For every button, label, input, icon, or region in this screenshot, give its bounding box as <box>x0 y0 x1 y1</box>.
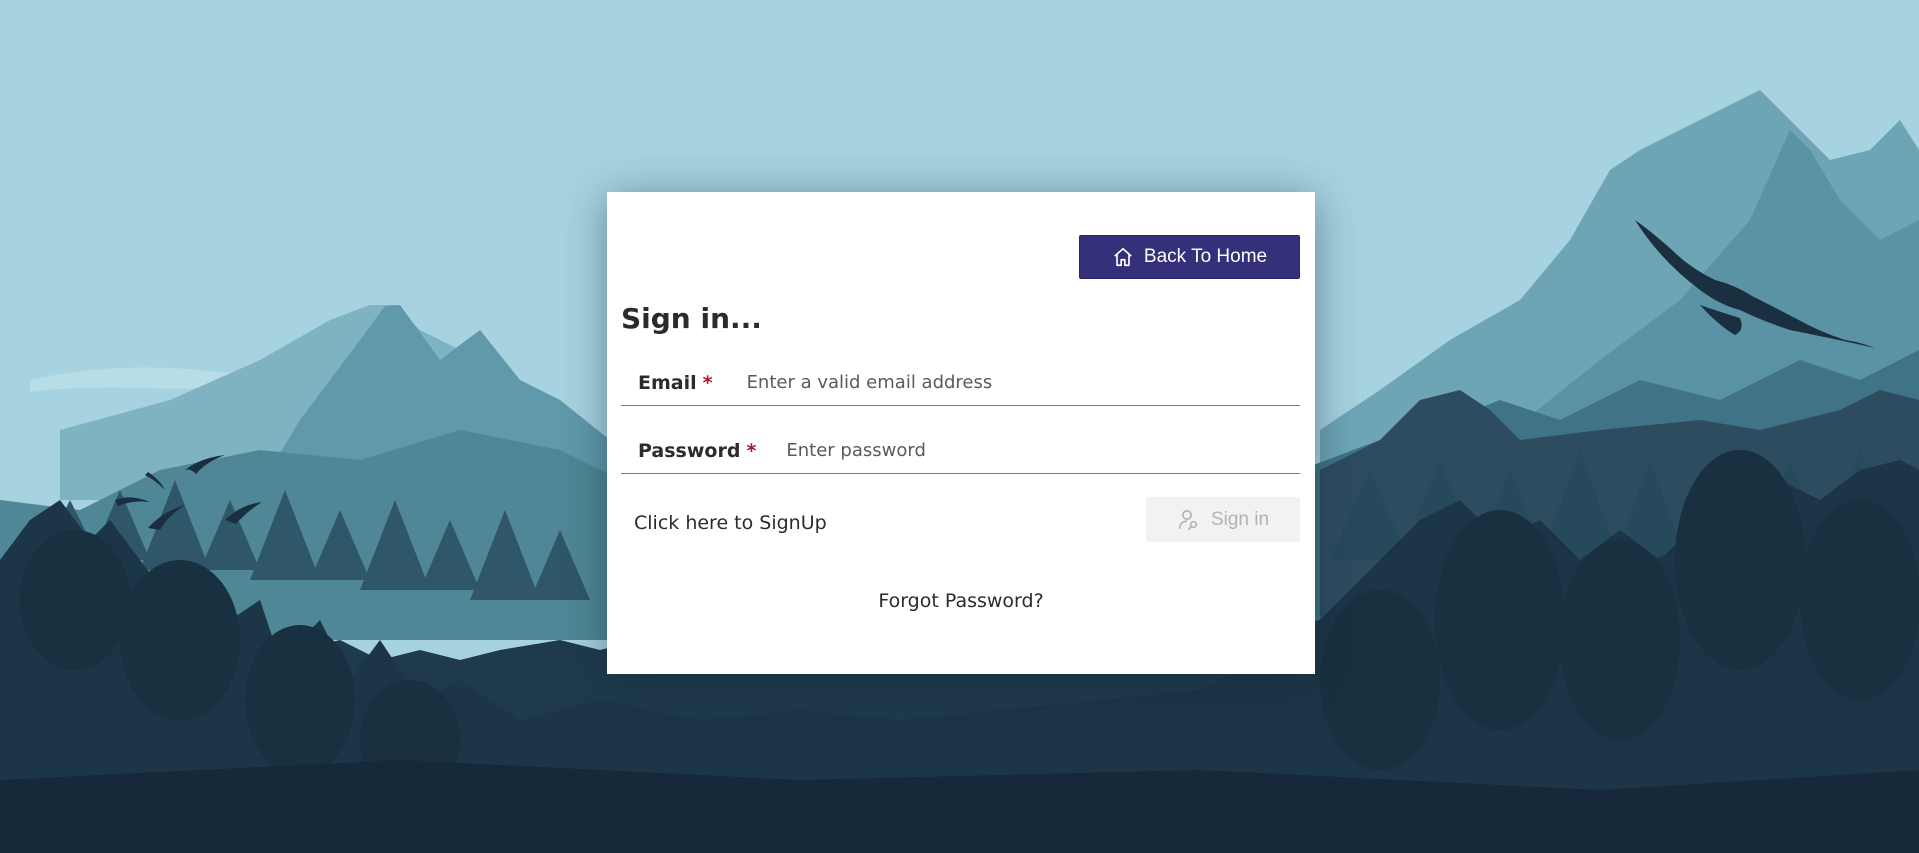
sign-in-label: Sign in <box>1210 508 1270 530</box>
password-label: Password * <box>621 440 756 462</box>
password-field-row: Password * <box>621 427 1300 474</box>
required-mark: * <box>746 439 757 462</box>
forgot-password-link[interactable]: Forgot Password? <box>607 590 1315 612</box>
sign-in-card: Back To Home Sign in... Email* Password*… <box>607 192 1315 674</box>
password-input[interactable] <box>784 427 1300 474</box>
email-label-text: Email <box>638 371 697 394</box>
user-key-icon <box>1177 508 1201 532</box>
signup-link[interactable]: Click here to SignUp <box>634 512 827 534</box>
home-icon <box>1112 246 1134 268</box>
email-field-row: Email * <box>621 359 1300 406</box>
required-mark: * <box>702 371 713 394</box>
back-to-home-label: Back To Home <box>1143 246 1268 267</box>
password-label-text: Password <box>638 439 741 462</box>
email-input[interactable] <box>744 359 1300 406</box>
page-title: Sign in... <box>621 302 762 335</box>
sign-in-button[interactable]: Sign in <box>1146 497 1300 542</box>
back-to-home-button[interactable]: Back To Home <box>1079 235 1300 279</box>
email-label: Email * <box>621 372 713 394</box>
